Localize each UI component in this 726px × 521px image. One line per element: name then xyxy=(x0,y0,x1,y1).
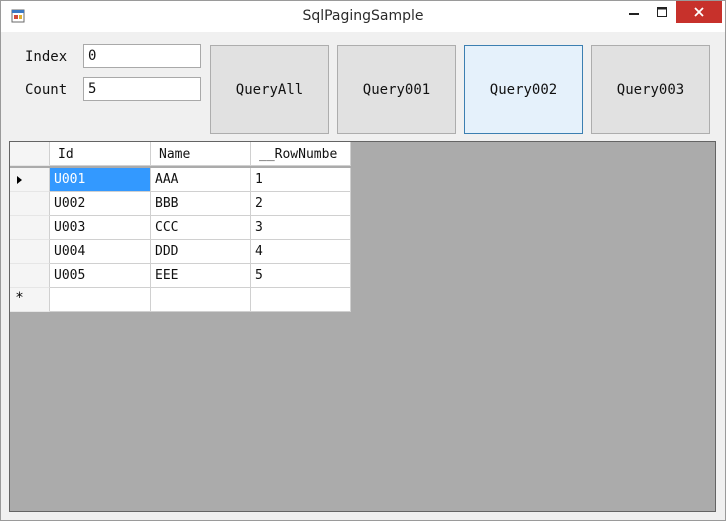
cell-name[interactable]: CCC xyxy=(151,216,251,240)
minimize-icon xyxy=(629,13,639,15)
cell-rownumber[interactable]: 1 xyxy=(251,168,351,192)
cell-rownumber[interactable] xyxy=(251,288,351,312)
query003-button[interactable]: Query003 xyxy=(591,45,710,134)
row-header[interactable] xyxy=(10,240,50,264)
cell-rownumber[interactable]: 4 xyxy=(251,240,351,264)
cell-name[interactable]: EEE xyxy=(151,264,251,288)
cell-id[interactable]: U001 xyxy=(50,168,151,192)
maximize-icon xyxy=(657,7,667,17)
column-header-rownumber[interactable]: __RowNumbe xyxy=(251,142,351,166)
close-button[interactable] xyxy=(676,1,722,23)
row-header[interactable]: * xyxy=(10,288,50,312)
query-all-button[interactable]: QueryAll xyxy=(210,45,329,134)
app-window: SqlPagingSample Index 0 Count 5 QueryAll… xyxy=(0,0,726,521)
row-header[interactable] xyxy=(10,168,50,192)
row-header[interactable] xyxy=(10,192,50,216)
title-bar[interactable]: SqlPagingSample xyxy=(1,1,725,32)
minimize-button[interactable] xyxy=(621,1,647,23)
cell-name[interactable] xyxy=(151,288,251,312)
new-row-marker: * xyxy=(16,290,23,306)
index-input[interactable]: 0 xyxy=(83,44,201,68)
cell-id[interactable] xyxy=(50,288,151,312)
cell-id[interactable]: U003 xyxy=(50,216,151,240)
count-label: Count xyxy=(25,82,68,98)
column-header-name[interactable]: Name xyxy=(151,142,251,166)
cell-name[interactable]: AAA xyxy=(151,168,251,192)
cell-name[interactable]: DDD xyxy=(151,240,251,264)
cell-id[interactable]: U004 xyxy=(50,240,151,264)
cell-rownumber[interactable]: 3 xyxy=(251,216,351,240)
data-grid[interactable]: Id Name __RowNumbe U001 AAA 1 U002 BBB 2 xyxy=(9,141,716,512)
cell-rownumber[interactable]: 2 xyxy=(251,192,351,216)
row-header[interactable] xyxy=(10,264,50,288)
corner-header[interactable] xyxy=(10,142,50,166)
row-header[interactable] xyxy=(10,216,50,240)
cell-name[interactable]: BBB xyxy=(151,192,251,216)
cell-id[interactable]: U002 xyxy=(50,192,151,216)
window-title: SqlPagingSample xyxy=(302,8,424,24)
maximize-button[interactable] xyxy=(649,1,675,23)
close-icon xyxy=(694,7,704,17)
count-input[interactable]: 5 xyxy=(83,77,201,101)
query002-button[interactable]: Query002 xyxy=(464,45,583,134)
index-label: Index xyxy=(25,49,68,65)
current-row-arrow-icon xyxy=(17,176,22,184)
cell-rownumber[interactable]: 5 xyxy=(251,264,351,288)
column-header-id[interactable]: Id xyxy=(50,142,151,166)
cell-id[interactable]: U005 xyxy=(50,264,151,288)
query001-button[interactable]: Query001 xyxy=(337,45,456,134)
